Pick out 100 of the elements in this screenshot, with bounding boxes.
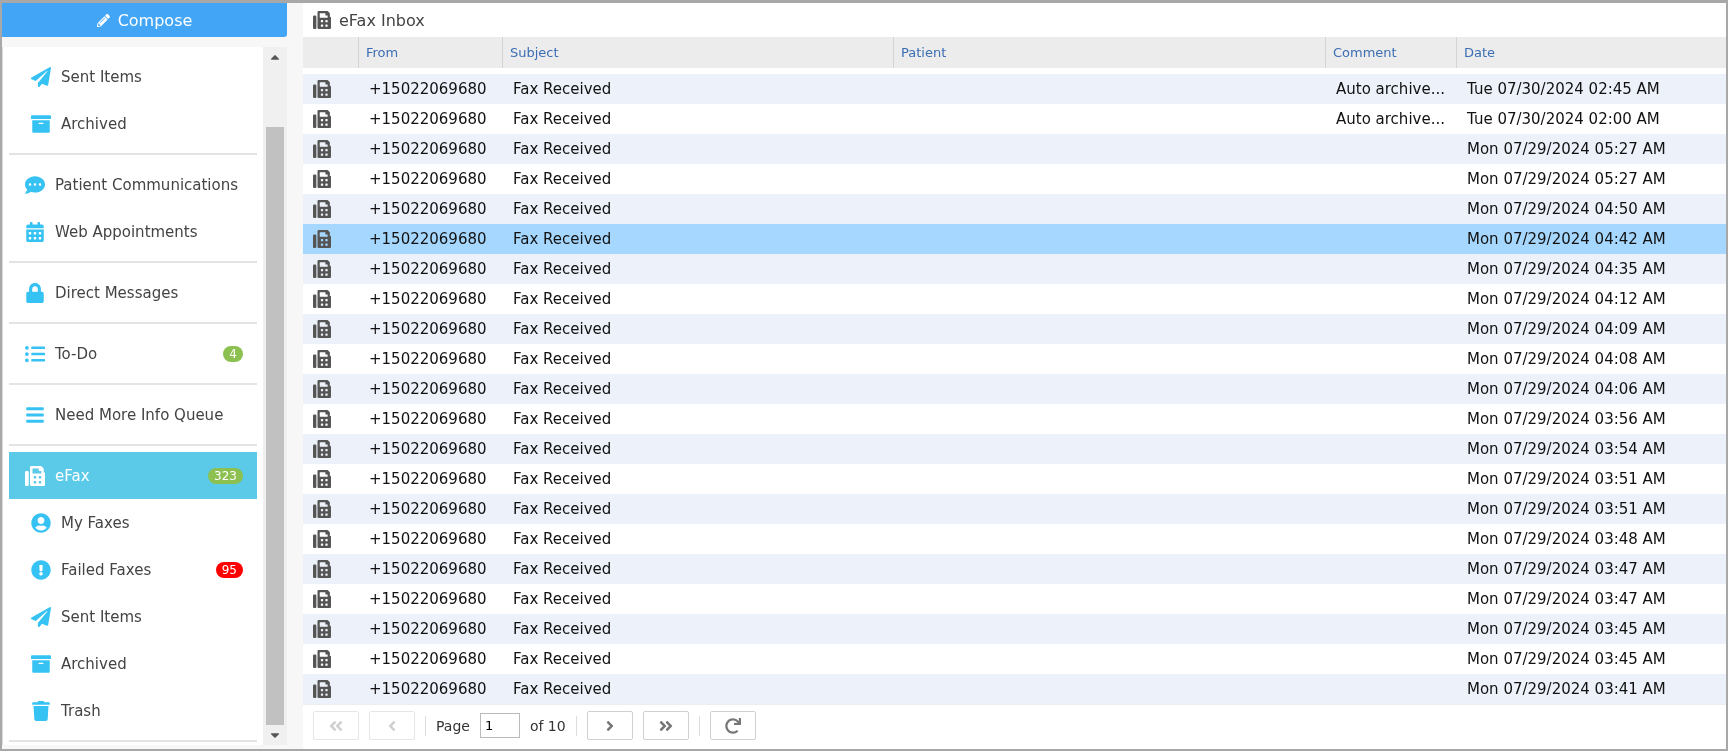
fax-icon [313, 410, 331, 428]
sidebar-item[interactable]: Trash [9, 687, 257, 734]
table-cell-text: Fax Received [512, 170, 613, 188]
table-cell-text: Mon 07/29/2024 03:51 AM [1466, 470, 1667, 488]
table-cell-text: Fax Received [512, 560, 613, 578]
column-header[interactable]: Subject [502, 37, 893, 68]
table-cell-text: Mon 07/29/2024 03:56 AM [1466, 410, 1667, 428]
table-cell-text: Auto archive... [1335, 80, 1446, 98]
table-cell-text: Fax Received [512, 230, 613, 248]
sidebar-item-label: My Faxes [61, 513, 131, 532]
table-cell-text: Mon 07/29/2024 04:50 AM [1466, 200, 1667, 218]
count-badge: 4 [223, 345, 243, 362]
fax-icon [313, 560, 331, 578]
table-cell-text: Mon 07/29/2024 03:41 AM [1466, 680, 1667, 698]
table-row[interactable]: +15022069680 Fax Received Mon 07/29/2024 04:42 AM [303, 224, 1726, 254]
fax-icon [313, 380, 331, 398]
fax-icon [313, 80, 331, 98]
table-cell-text: Fax Received [512, 650, 613, 668]
user-icon [31, 512, 51, 533]
sidebar-item-label: Sent Items [61, 607, 143, 626]
fax-icon [313, 170, 331, 188]
paper-plane-icon [31, 606, 51, 627]
table-row[interactable]: +15022069680 Fax Received Mon 07/29/2024 03:47 AM [303, 554, 1726, 584]
table-cell-text: Mon 07/29/2024 04:09 AM [1466, 320, 1667, 338]
table-cell-text: +15022069680 [368, 590, 488, 608]
count-badge: 323 [208, 467, 243, 484]
table-cell-text: Fax Received [512, 620, 613, 638]
table-row[interactable]: +15022069680 Fax Received Mon 07/29/2024 05:27 AM [303, 134, 1726, 164]
table-cell-text: Fax Received [512, 350, 613, 368]
fax-icon [313, 530, 331, 548]
fax-icon [313, 290, 331, 308]
table-cell-text: Fax Received [512, 80, 613, 98]
table-cell-text: +15022069680 [368, 170, 488, 188]
column-header[interactable]: From [358, 37, 502, 68]
fax-icon [313, 620, 331, 638]
sidebar-item-label: Failed Faxes [61, 560, 153, 579]
table-cell-text: Fax Received [512, 290, 613, 308]
fax-icon [313, 590, 331, 608]
table-cell-text: Mon 07/29/2024 04:12 AM [1466, 290, 1667, 308]
table-cell-text: +15022069680 [368, 110, 488, 128]
table-cell-text: +15022069680 [368, 260, 488, 278]
table-cell-text: Mon 07/29/2024 03:54 AM [1466, 440, 1667, 458]
table-cell-text: Fax Received [512, 500, 613, 518]
table-cell-text: +15022069680 [368, 320, 488, 338]
sidebar-item[interactable]: Web Appointments [9, 208, 257, 255]
table-cell-text: +15022069680 [368, 620, 488, 638]
table-row[interactable]: +15022069680 Fax Received Mon 07/29/2024 04:06 AM [303, 374, 1726, 404]
page-input[interactable]: 1 [479, 713, 520, 738]
table-cell-text: Mon 07/29/2024 04:08 AM [1466, 350, 1667, 368]
lock-icon [25, 282, 45, 303]
table-row[interactable]: +15022069680 Fax Received Mon 07/29/2024 03:54 AM [303, 434, 1726, 464]
table-row[interactable]: +15022069680 Fax Received Mon 07/29/2024 04:09 AM [303, 314, 1726, 344]
table-cell-text: Mon 07/29/2024 05:27 AM [1466, 140, 1667, 158]
fax-icon [313, 11, 331, 29]
sidebar-item[interactable]: Need More Info Queue [9, 391, 257, 438]
sidebar-item-label: Sent Items [61, 67, 143, 86]
last-page-button[interactable] [642, 711, 689, 740]
sidebar-item-label: Need More Info Queue [55, 405, 225, 424]
table-row[interactable]: +15022069680 Fax Received Auto archive... Tue 07/30/2024 02:45 AM [303, 74, 1726, 104]
sidebar-item-label: Web Appointments [55, 222, 199, 241]
table-cell-text: +15022069680 [368, 410, 488, 428]
sidebar-item[interactable]: Sent Items [9, 53, 257, 100]
table-row[interactable]: +15022069680 Fax Received Mon 07/29/2024 03:41 AM [303, 674, 1726, 704]
pencil-icon [96, 13, 110, 27]
table-row[interactable]: +15022069680 Fax Received Mon 07/29/2024 04:50 AM [303, 194, 1726, 224]
menu-icon [25, 404, 45, 425]
table-cell-text: Mon 07/29/2024 03:47 AM [1466, 590, 1667, 608]
table-row[interactable]: +15022069680 Fax Received Mon 07/29/2024 03:51 AM [303, 494, 1726, 524]
sidebar-item[interactable]: Patient Communications [9, 161, 257, 208]
table-cell-text: +15022069680 [368, 350, 488, 368]
table-row[interactable]: +15022069680 Fax Received Mon 07/29/2024 03:45 AM [303, 614, 1726, 644]
archive-box-icon [31, 113, 51, 134]
table-cell-text: Mon 07/29/2024 05:27 AM [1466, 170, 1667, 188]
table-cell-text: Fax Received [512, 680, 613, 698]
table-cell-text: Mon 07/29/2024 03:47 AM [1466, 560, 1667, 578]
calendar-icon [25, 221, 45, 242]
table-row[interactable]: +15022069680 Fax Received Mon 07/29/2024 04:35 AM [303, 254, 1726, 284]
fax-icon [313, 350, 331, 368]
column-header[interactable]: Patient [893, 37, 1325, 68]
sidebar-item[interactable]: Archived [9, 640, 257, 687]
paper-plane-icon [31, 66, 51, 87]
fax-icon [313, 320, 331, 338]
table-cell-text: Fax Received [512, 320, 613, 338]
sidebar-item[interactable]: My Faxes [9, 499, 257, 546]
sidebar-item[interactable]: To-Do 4 [9, 330, 257, 377]
sidebar-item[interactable]: Failed Faxes 95 [9, 546, 257, 593]
column-header[interactable]: Comment [1325, 37, 1456, 68]
sidebar-item[interactable]: Sent Items [9, 593, 257, 640]
fax-icon [313, 650, 331, 668]
page-label: Page [436, 717, 470, 734]
scrollbar[interactable] [263, 47, 287, 745]
table-cell-text: Auto archive... [1335, 110, 1446, 128]
table-cell-text: +15022069680 [368, 680, 488, 698]
column-header[interactable]: Date [1456, 37, 1726, 68]
fax-icon [25, 465, 45, 486]
sidebar-item-label: Patient Communications [55, 175, 240, 194]
refresh-button[interactable] [709, 711, 756, 740]
sidebar-item[interactable]: Direct Messages [9, 269, 257, 316]
sidebar-item-label: Archived [61, 654, 128, 673]
sidebar-item[interactable]: Archived [9, 100, 257, 147]
